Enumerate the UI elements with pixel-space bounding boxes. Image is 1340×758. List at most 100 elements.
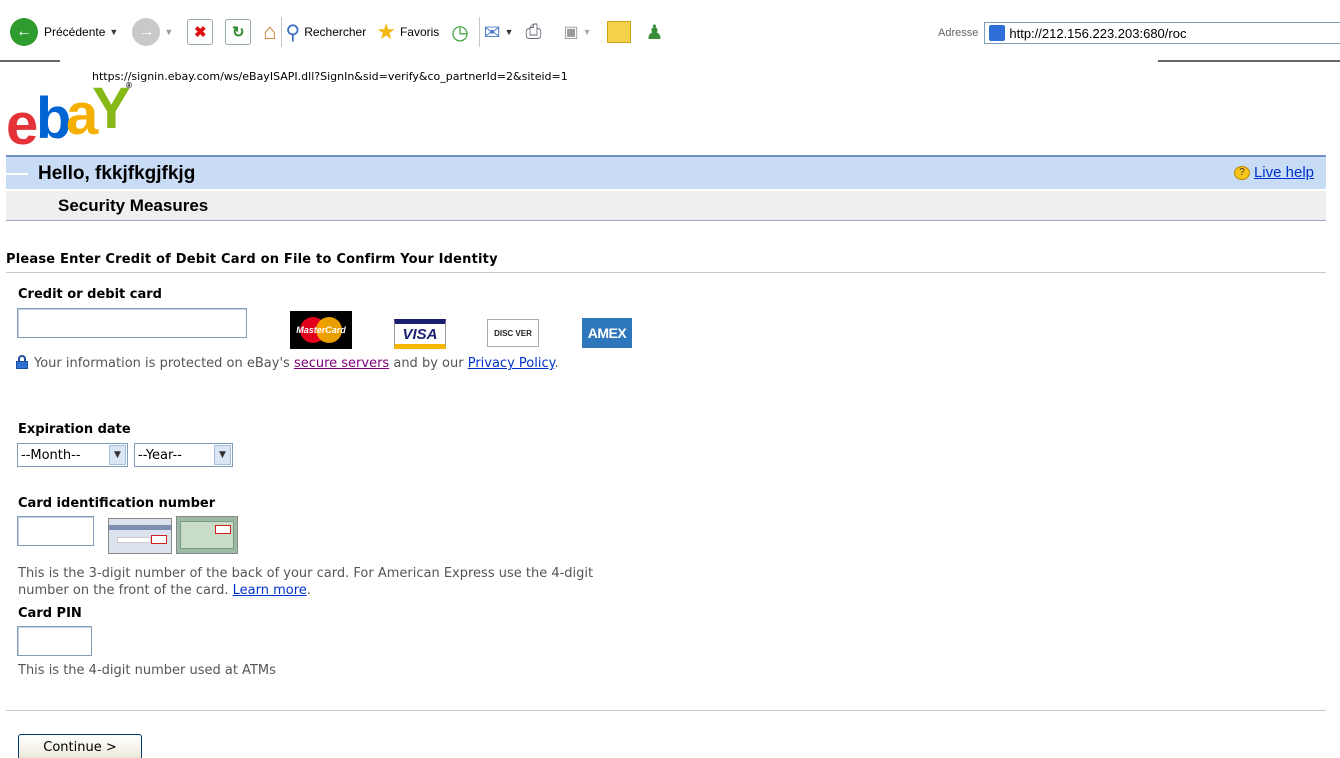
search-label: Rechercher [304, 25, 367, 39]
section-title: Security Measures [58, 196, 209, 215]
logo-letter: a [66, 82, 98, 147]
form-heading: Please Enter Credit of Debit Card on Fil… [6, 252, 498, 267]
address-value: http://212.156.223.203:680/roc [1009, 25, 1187, 41]
card-number-label: Credit or debit card [18, 287, 162, 302]
back-button[interactable]: ← Précédente ▼ [10, 16, 118, 48]
heading-divider [6, 272, 1326, 273]
toolbar-separator [478, 17, 480, 47]
mastercard-logo: MasterCard [290, 311, 352, 349]
edit-icon: ▣ [563, 24, 579, 41]
mastercard-text: MasterCard [296, 325, 346, 335]
cid-label: Card identification number [18, 496, 216, 511]
forward-button[interactable]: → ▼ [132, 16, 173, 48]
discover-logo: DISC VER [487, 319, 539, 347]
refresh-icon: ↻ [225, 19, 252, 45]
logo-letter: Y [92, 76, 131, 141]
history-button[interactable]: ◷ [451, 16, 468, 48]
protection-text: . [554, 356, 559, 371]
address-input[interactable]: http://212.156.223.203:680/roc ▼ [984, 22, 1340, 44]
history-icon: ◷ [451, 21, 469, 44]
status-url: https://signin.ebay.com/ws/eBayISAPI.dll… [92, 70, 568, 83]
chevron-down-icon: ▼ [109, 445, 126, 465]
home-icon: ⌂ [263, 19, 277, 44]
print-icon: ⎙ [525, 20, 542, 43]
protection-text: and by our [389, 356, 468, 371]
card-stripe [109, 525, 171, 530]
mail-icon: ✉ [483, 21, 501, 44]
continue-label: Continue > [43, 739, 117, 755]
pin-hint: This is the 4-digit number used at ATMs [18, 663, 276, 678]
cid-highlight [215, 525, 231, 534]
star-icon: ★ [376, 19, 396, 44]
search-icon: ⚲ [285, 21, 301, 44]
edit-dropdown-icon[interactable]: ▼ [583, 27, 592, 37]
home-button[interactable]: ⌂ [263, 16, 276, 48]
month-select[interactable]: --Month-- ▼ [17, 443, 128, 467]
chevron-down-icon: ▼ [214, 445, 231, 465]
expiration-label: Expiration date [18, 422, 131, 437]
forward-arrow-icon: → [132, 18, 161, 46]
card-number-input[interactable] [17, 308, 247, 338]
cid-hint-text: . [306, 583, 311, 598]
discover-text: DISC VER [494, 328, 532, 338]
help-bubble-icon: ? [1233, 165, 1250, 180]
pin-input[interactable] [17, 626, 92, 656]
cid-input[interactable] [17, 516, 94, 546]
cid-highlight [151, 535, 167, 544]
visa-logo: VISA [394, 319, 446, 349]
mail-button[interactable]: ✉ ▼ [484, 16, 514, 48]
toolbar-separator [280, 17, 282, 47]
stop-button[interactable]: ✖ [187, 16, 214, 48]
favorites-button[interactable]: ★ Favoris [376, 16, 439, 48]
page-icon [989, 25, 1006, 41]
amex-text: AMEX [587, 325, 627, 341]
search-button[interactable]: ⚲ Rechercher [286, 16, 367, 48]
continue-button[interactable]: Continue > [18, 734, 142, 758]
greeting-bar: Hello, fkkjfkgjfkjg ? Live help [6, 155, 1326, 189]
protection-text: Your information is protected on eBay's [34, 356, 294, 371]
lock-body [16, 361, 28, 369]
visa-text: VISA [402, 325, 438, 343]
logo-registered: ® [126, 81, 132, 90]
secure-servers-link[interactable]: secure servers [294, 356, 389, 371]
bottom-divider [6, 710, 1326, 711]
amex-logo: AMEX [582, 318, 632, 348]
year-select[interactable]: --Year-- ▼ [134, 443, 233, 467]
protection-notice: Your information is protected on eBay's … [34, 355, 634, 372]
note-icon [607, 21, 632, 43]
discuss-button[interactable] [607, 16, 632, 48]
year-value: --Year-- [138, 447, 182, 463]
card-front-icon [176, 516, 238, 554]
learn-more-link[interactable]: Learn more [233, 583, 307, 598]
favorites-label: Favoris [399, 25, 440, 39]
edit-button[interactable]: ▣ ▼ [563, 16, 591, 48]
back-dropdown-icon[interactable]: ▼ [109, 27, 118, 37]
messenger-button[interactable]: ♟ [645, 16, 663, 48]
stop-icon: ✖ [187, 19, 214, 45]
refresh-button[interactable]: ↻ [225, 16, 252, 48]
browser-toolbar: ← Précédente ▼ → ▼ ✖ ↻ ⌂ ⚲ Rechercher ★ … [0, 0, 1340, 68]
month-value: --Month-- [21, 447, 81, 463]
bar-accent [6, 173, 28, 175]
toolbar-divider [1158, 60, 1340, 62]
section-bar: Security Measures [6, 191, 1326, 221]
back-label: Précédente [44, 25, 106, 39]
ebay-logo[interactable]: e b a Y ® [6, 80, 136, 154]
logo-letter: e [6, 92, 38, 157]
forward-dropdown-icon[interactable]: ▼ [164, 27, 173, 37]
card-back-icon [108, 518, 172, 554]
pin-label: Card PIN [18, 606, 82, 621]
print-button[interactable]: ⎙ [525, 16, 541, 48]
cid-hint: This is the 3-digit number of the back o… [18, 565, 638, 599]
address-bar: Adresse http://212.156.223.203:680/roc ▼… [938, 22, 1340, 44]
logo-letter: b [36, 86, 71, 151]
messenger-icon: ♟ [645, 21, 664, 44]
toolbar-divider [0, 60, 60, 62]
live-help-link[interactable]: Live help [1254, 164, 1314, 181]
address-label: Adresse [938, 27, 979, 39]
mail-dropdown-icon[interactable]: ▼ [505, 27, 514, 37]
greeting-text: Hello, fkkjfkgjfkjg [38, 163, 196, 184]
back-arrow-icon: ← [10, 18, 38, 46]
privacy-policy-link[interactable]: Privacy Policy [468, 356, 555, 371]
live-help[interactable]: ? Live help [1233, 164, 1314, 181]
